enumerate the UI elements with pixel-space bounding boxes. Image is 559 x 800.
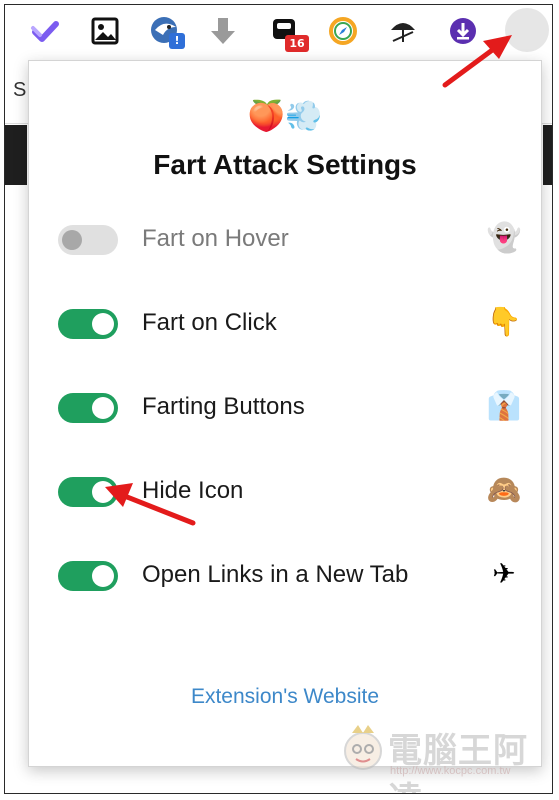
farting-buttons-toggle[interactable]	[58, 393, 118, 423]
hide-icon-toggle[interactable]	[58, 477, 118, 507]
mascot-logo-icon	[344, 725, 382, 770]
notification-count-badge: 16	[285, 35, 309, 52]
open-links-new-tab-toggle[interactable]	[58, 561, 118, 591]
popup-title: Fart Attack Settings	[153, 149, 417, 180]
setting-row-farting-buttons: Farting Buttons 👔	[29, 383, 541, 433]
extension-website-link[interactable]: Extension's Website	[29, 685, 541, 709]
setting-row-fart-on-click: Fart on Click 👇	[29, 299, 541, 349]
pointing-down-hand-emoji-icon: 👇	[486, 305, 522, 338]
download-arrow-extension-icon[interactable]	[205, 13, 241, 49]
screenshot-frame: ! 16 S 🍑💨 Fart Attack Settings Fart on H…	[4, 4, 553, 794]
umbrella-extension-icon[interactable]	[385, 13, 421, 49]
background-dark-bar-right	[543, 125, 552, 185]
watermark-url: http://www.kocpc.com.tw	[390, 765, 511, 777]
necktie-shirt-emoji-icon: 👔	[486, 389, 522, 422]
setting-label: Fart on Hover	[142, 225, 289, 252]
see-no-evil-monkey-emoji-icon: 🙈	[486, 473, 522, 506]
setting-row-open-links-new-tab: Open Links in a New Tab ✈	[29, 551, 541, 601]
browser-extension-toolbar: ! 16	[5, 5, 552, 53]
fart-attack-extension-icon[interactable]	[505, 8, 549, 52]
site-watermark: 電腦王阿達 http://www.kocpc.com.tw	[340, 717, 550, 793]
fart-on-hover-toggle[interactable]	[58, 225, 118, 255]
toggle-knob	[92, 313, 114, 335]
airplane-emoji-icon: ✈	[492, 557, 516, 590]
toggle-knob	[92, 565, 114, 587]
checkmark-extension-icon[interactable]	[27, 13, 63, 49]
background-page-text: S	[13, 79, 27, 101]
ghost-emoji-icon: 👻	[486, 221, 522, 254]
notification-extension-icon[interactable]: 16	[267, 13, 309, 52]
alert-badge: !	[169, 33, 185, 49]
background-dark-bar	[5, 125, 27, 185]
image-extension-icon[interactable]	[87, 13, 123, 49]
eagle-extension-icon[interactable]: !	[147, 13, 185, 49]
download-circle-extension-icon[interactable]	[445, 13, 481, 49]
setting-label: Open Links in a New Tab	[142, 561, 409, 588]
setting-label: Farting Buttons	[142, 393, 305, 420]
toggle-knob	[62, 230, 82, 250]
setting-label: Hide Icon	[142, 477, 244, 504]
toggle-knob	[92, 481, 114, 503]
setting-row-hide-icon: Hide Icon 🙈	[29, 467, 541, 517]
watermark-text: 電腦王阿達	[388, 732, 528, 793]
peach-wind-emoji-icon: 🍑💨	[247, 99, 323, 134]
setting-label: Fart on Click	[142, 309, 277, 336]
setting-row-fart-on-hover: Fart on Hover 👻	[29, 215, 541, 265]
fart-on-click-toggle[interactable]	[58, 309, 118, 339]
fart-attack-settings-popup: 🍑💨 Fart Attack Settings Fart on Hover 👻 …	[28, 60, 542, 767]
compass-extension-icon[interactable]	[325, 13, 361, 49]
toggle-knob	[92, 397, 114, 419]
